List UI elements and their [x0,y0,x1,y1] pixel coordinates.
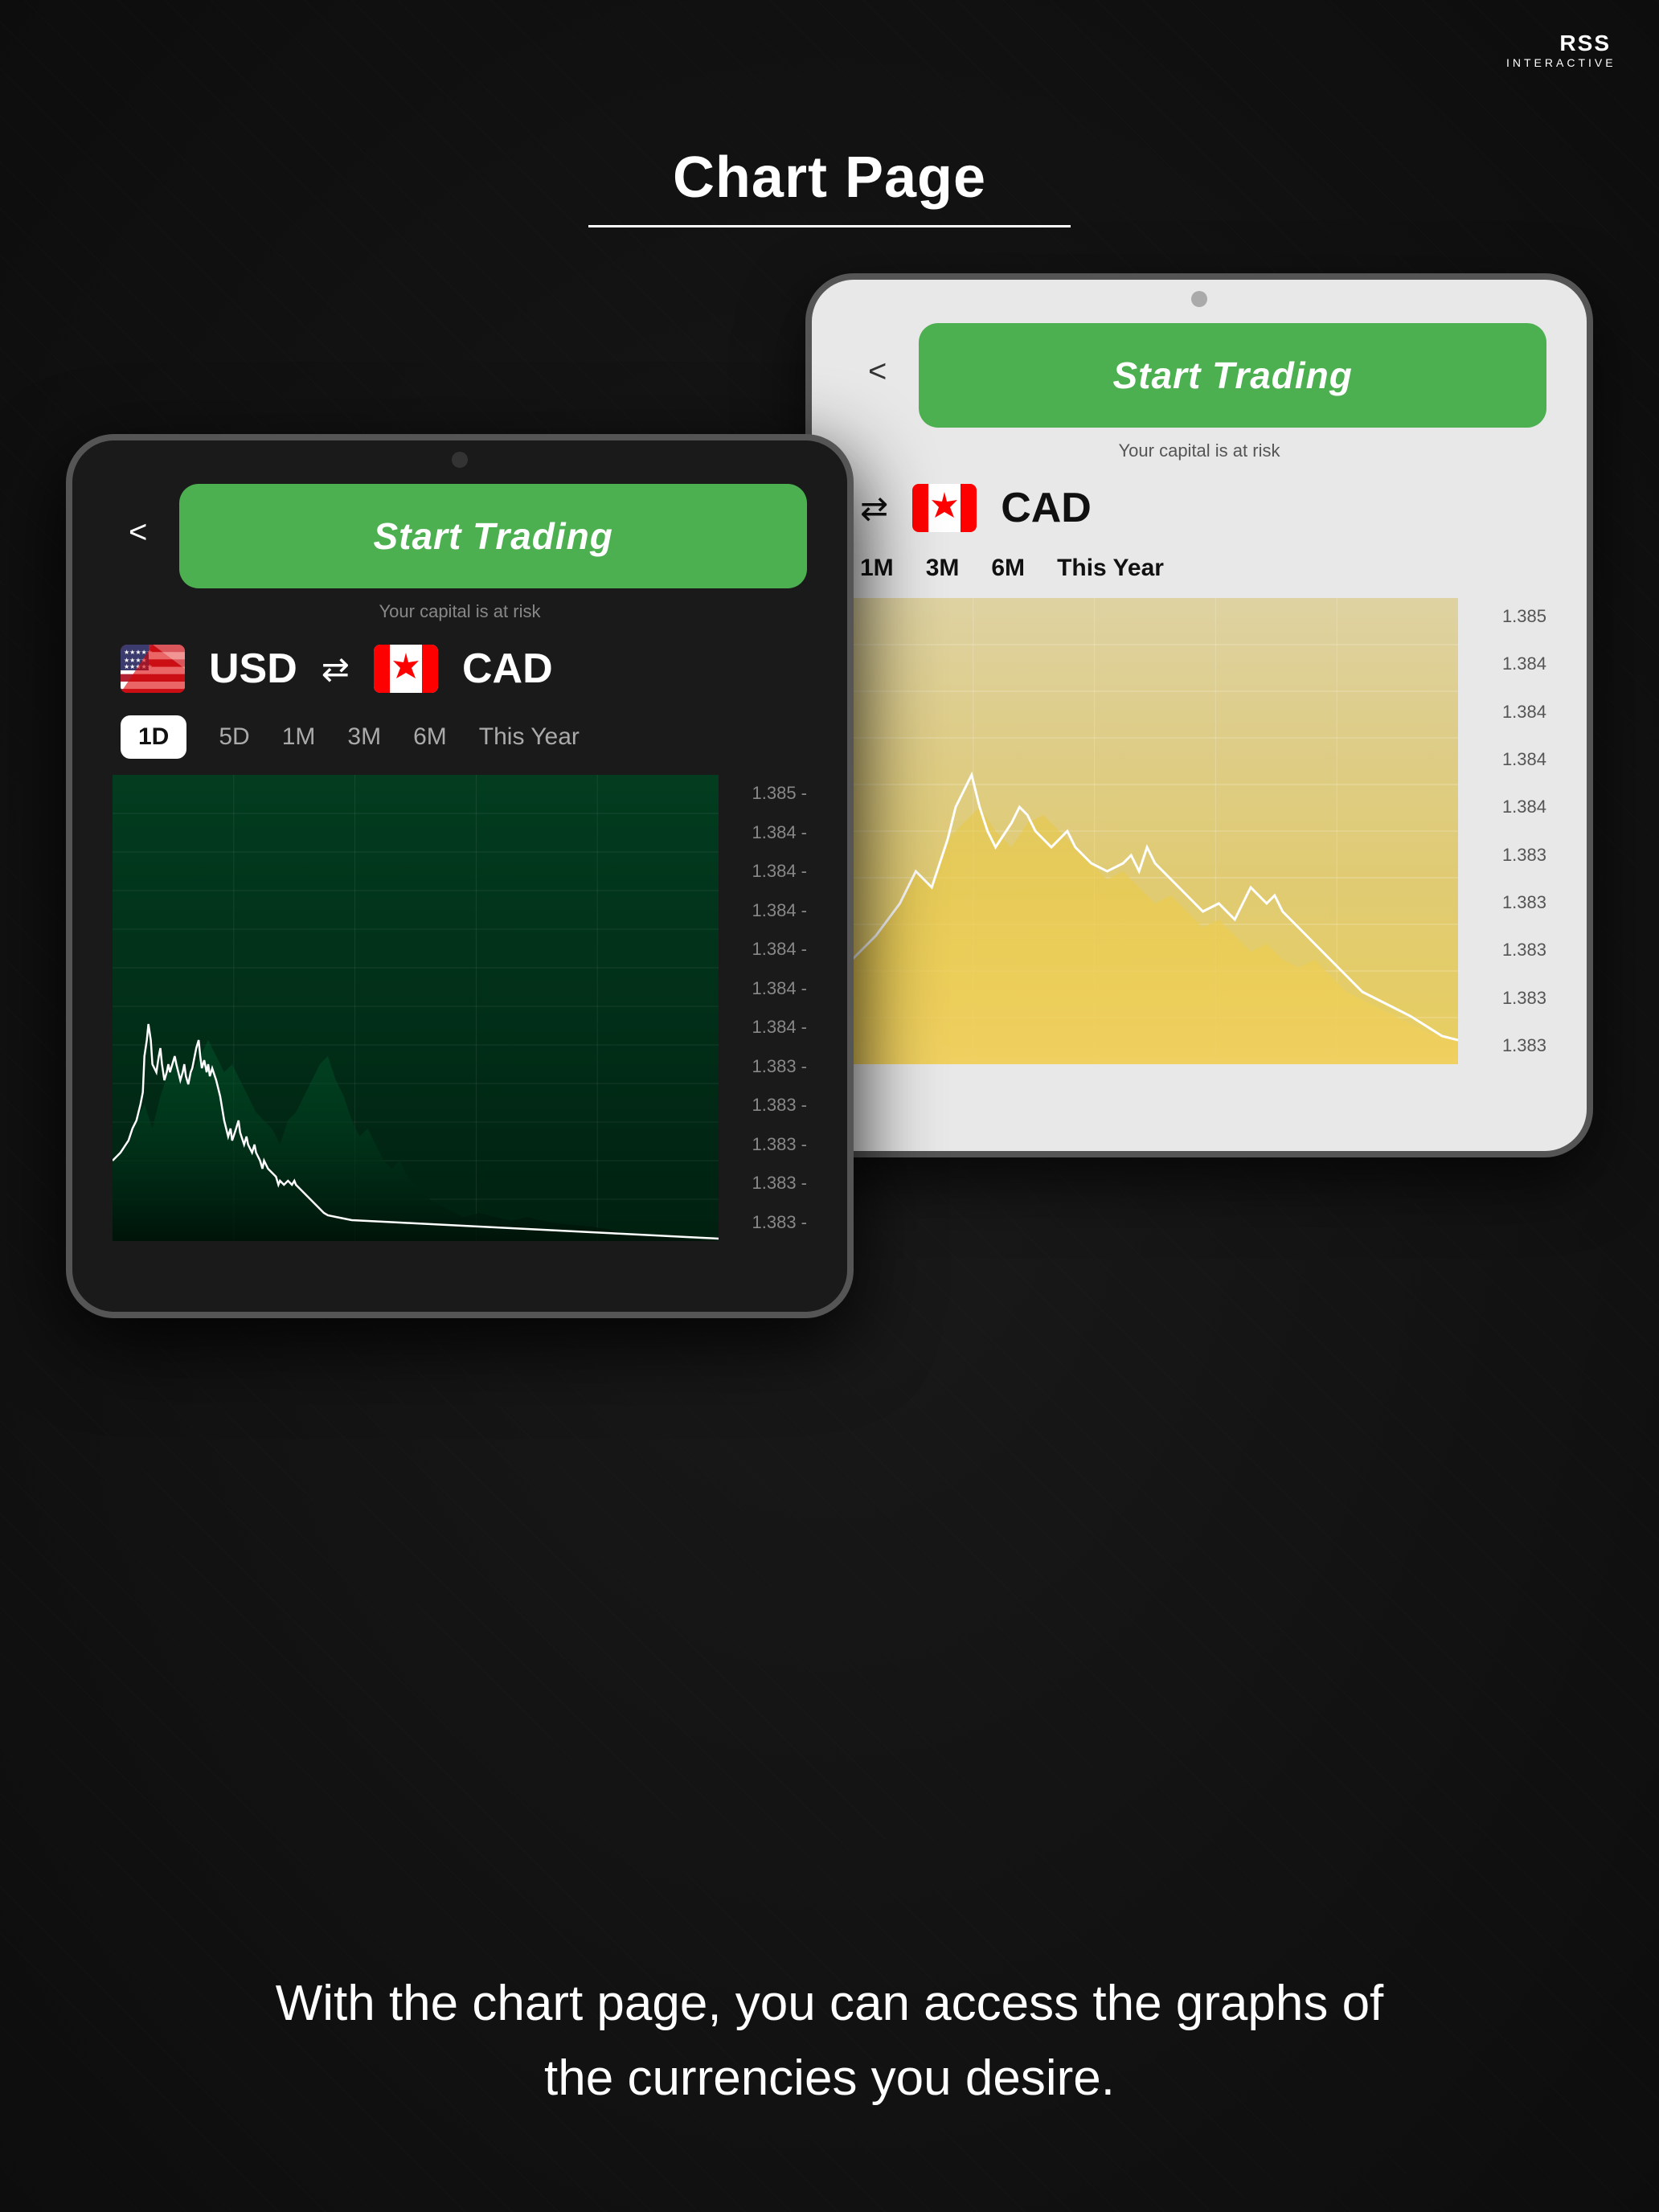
logo: RSS INTERACTIVE [1506,32,1611,69]
tablet-front: < Start Trading Your capital is at risk [66,434,854,1318]
chart-area-back: 1.385 1.384 1.384 1.384 1.384 1.383 1.38… [852,598,1546,1064]
logo-subtext: INTERACTIVE [1506,56,1611,69]
tab-1m-back[interactable]: 1M [860,555,894,582]
time-tabs-back: 1M 3M 6M This Year [852,555,1546,582]
canada-flag-front [374,645,438,693]
usd-flag-front: ★★★★★ ★★★★ ★★★★★ [121,645,185,693]
currency-row-front: ★★★★★ ★★★★ ★★★★★ USD ⇄ [113,645,807,693]
logo-text: RSS [1506,32,1611,55]
time-tabs-front: 1D 5D 1M 3M 6M This Year [113,715,807,759]
tab-5d-front[interactable]: 5D [219,723,249,751]
tablet-back: < Start Trading Your capital is at risk … [805,273,1593,1157]
camera-notch-back [1191,291,1207,307]
chart-area-front: 1.385 - 1.384 - 1.384 - 1.384 - 1.384 - … [113,775,807,1241]
page-title: Chart Page [588,145,1071,211]
page-title-section: Chart Page [588,145,1071,227]
start-trading-button-back[interactable]: Start Trading [919,323,1546,428]
back-button-back[interactable]: < [852,346,903,398]
tab-thisyear-front[interactable]: This Year [479,723,580,751]
chart-labels-front: 1.385 - 1.384 - 1.384 - 1.384 - 1.384 - … [719,775,807,1241]
tab-6m-back[interactable]: 6M [991,555,1025,582]
currency-row-back: ⇄ CAD [852,484,1546,532]
canada-flag-back [912,484,977,532]
tab-6m-front[interactable]: 6M [413,723,447,751]
currency-cad-back: CAD [1001,484,1092,532]
currency-cad-front: CAD [462,645,553,693]
tab-thisyear-back[interactable]: This Year [1057,555,1164,582]
title-underline [588,225,1071,227]
chart-labels-back: 1.385 1.384 1.384 1.384 1.384 1.383 1.38… [1458,598,1546,1064]
tablets-container: < Start Trading Your capital is at risk … [66,273,1593,1399]
swap-icon-back[interactable]: ⇄ [860,489,888,528]
currency-usd-front: USD [209,645,297,693]
tab-1d-front[interactable]: 1D [121,715,186,759]
start-trading-button-front[interactable]: Start Trading [179,484,807,588]
tab-3m-front[interactable]: 3M [347,723,381,751]
chart-svg-back [852,598,1458,1064]
tab-3m-back[interactable]: 3M [926,555,960,582]
swap-icon-front[interactable]: ⇄ [322,649,350,689]
risk-text-back: Your capital is at risk [852,440,1546,461]
description-text: With the chart page, you can access the … [267,1966,1392,2116]
camera-notch-front [452,452,468,468]
chart-svg-front [113,775,719,1241]
risk-text-front: Your capital is at risk [113,601,807,622]
tab-1m-front[interactable]: 1M [282,723,316,751]
back-button-front[interactable]: < [113,506,163,559]
